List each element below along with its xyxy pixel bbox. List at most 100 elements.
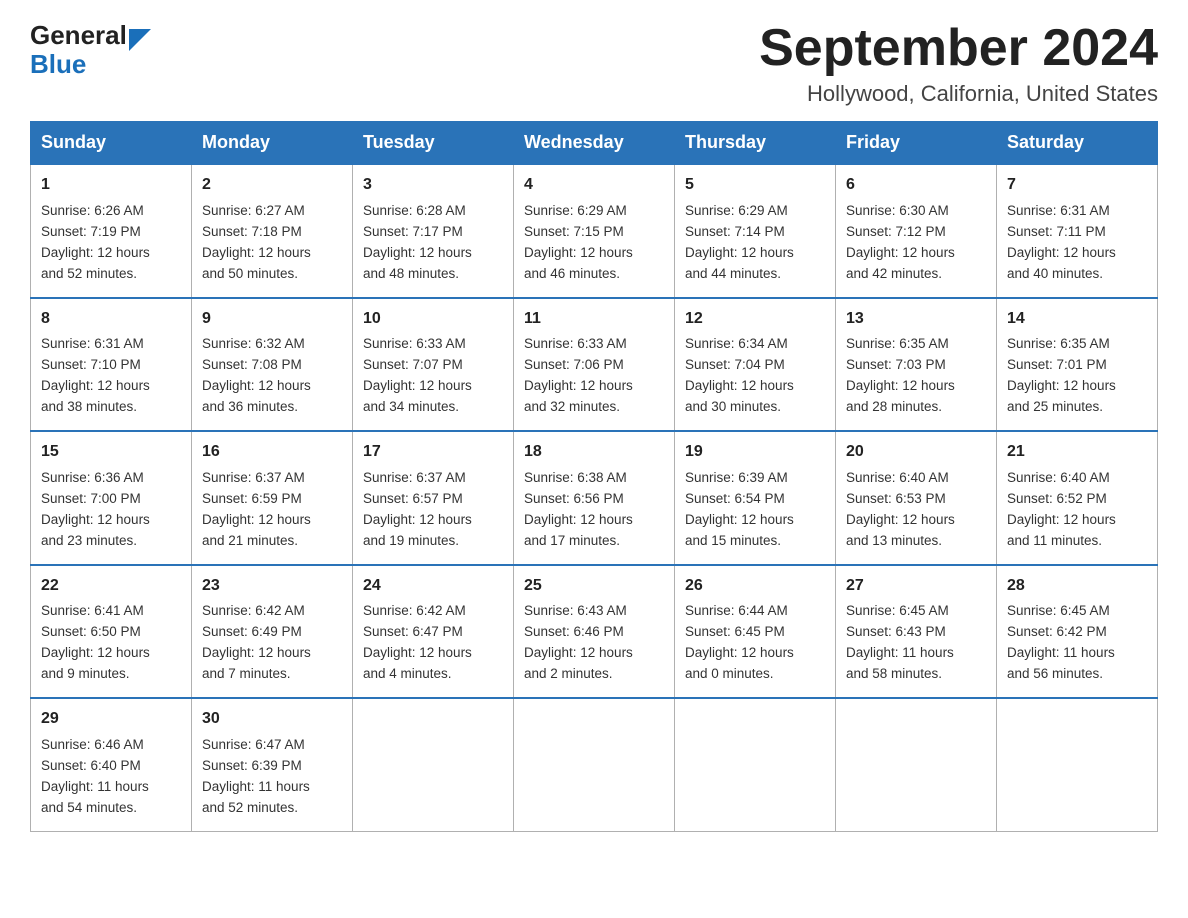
day-info: Sunrise: 6:31 AMSunset: 7:10 PMDaylight:…	[41, 334, 181, 418]
day-cell-23: 23Sunrise: 6:42 AMSunset: 6:49 PMDayligh…	[192, 565, 353, 698]
day-info: Sunrise: 6:29 AMSunset: 7:14 PMDaylight:…	[685, 201, 825, 285]
day-number: 17	[363, 440, 503, 465]
day-number: 5	[685, 173, 825, 198]
day-header-saturday: Saturday	[997, 122, 1158, 165]
day-cell-13: 13Sunrise: 6:35 AMSunset: 7:03 PMDayligh…	[836, 298, 997, 431]
day-info: Sunrise: 6:29 AMSunset: 7:15 PMDaylight:…	[524, 201, 664, 285]
day-cell-29: 29 Sunrise: 6:46 AMSunset: 6:40 PMDayligh…	[31, 698, 192, 831]
day-cell-22: 22Sunrise: 6:41 AMSunset: 6:50 PMDayligh…	[31, 565, 192, 698]
day-info: Sunrise: 6:30 AMSunset: 7:12 PMDaylight:…	[846, 201, 986, 285]
day-number: 27	[846, 574, 986, 599]
week-row-4: 22Sunrise: 6:41 AMSunset: 6:50 PMDayligh…	[31, 565, 1158, 698]
day-info: Sunrise: 6:37 AMSunset: 6:59 PMDaylight:…	[202, 468, 342, 552]
day-info: Sunrise: 6:33 AMSunset: 7:07 PMDaylight:…	[363, 334, 503, 418]
empty-cell	[675, 698, 836, 831]
logo-general: General	[30, 20, 127, 51]
day-number: 22	[41, 574, 181, 599]
day-number: 26	[685, 574, 825, 599]
empty-cell	[514, 698, 675, 831]
day-cell-25: 25Sunrise: 6:43 AMSunset: 6:46 PMDayligh…	[514, 565, 675, 698]
day-info: Sunrise: 6:31 AMSunset: 7:11 PMDaylight:…	[1007, 201, 1147, 285]
day-number: 10	[363, 307, 503, 332]
day-info: Sunrise: 6:35 AMSunset: 7:01 PMDaylight:…	[1007, 334, 1147, 418]
day-number: 20	[846, 440, 986, 465]
day-number: 9	[202, 307, 342, 332]
day-number: 29	[41, 707, 181, 732]
day-info: Sunrise: 6:28 AMSunset: 7:17 PMDaylight:…	[363, 201, 503, 285]
day-info: Sunrise: 6:35 AMSunset: 7:03 PMDaylight:…	[846, 334, 986, 418]
day-header-wednesday: Wednesday	[514, 122, 675, 165]
day-number: 13	[846, 307, 986, 332]
empty-cell	[836, 698, 997, 831]
day-cell-20: 20 Sunrise: 6:40 AMSunset: 6:53 PMDayligh…	[836, 431, 997, 564]
day-info: Sunrise: 6:45 AMSunset: 6:42 PMDaylight:…	[1007, 601, 1147, 685]
week-row-5: 29 Sunrise: 6:46 AMSunset: 6:40 PMDayligh…	[31, 698, 1158, 831]
day-number: 16	[202, 440, 342, 465]
day-info: Sunrise: 6:38 AMSunset: 6:56 PMDaylight:…	[524, 468, 664, 552]
day-number: 21	[1007, 440, 1147, 465]
day-number: 7	[1007, 173, 1147, 198]
week-row-2: 8Sunrise: 6:31 AMSunset: 7:10 PMDaylight…	[31, 298, 1158, 431]
day-info: Sunrise: 6:39 AMSunset: 6:54 PMDaylight:…	[685, 468, 825, 552]
day-header-thursday: Thursday	[675, 122, 836, 165]
day-cell-21: 21Sunrise: 6:40 AMSunset: 6:52 PMDayligh…	[997, 431, 1158, 564]
day-header-monday: Monday	[192, 122, 353, 165]
page-header: General Blue September 2024 Hollywood, C…	[30, 20, 1158, 107]
day-number: 6	[846, 173, 986, 198]
day-info: Sunrise: 6:46 AMSunset: 6:40 PMDaylight:…	[41, 735, 181, 819]
day-cell-24: 24Sunrise: 6:42 AMSunset: 6:47 PMDayligh…	[353, 565, 514, 698]
day-cell-10: 10Sunrise: 6:33 AMSunset: 7:07 PMDayligh…	[353, 298, 514, 431]
logo: General Blue	[30, 20, 151, 80]
day-cell-16: 16 Sunrise: 6:37 AMSunset: 6:59 PMDayligh…	[192, 431, 353, 564]
calendar-table: SundayMondayTuesdayWednesdayThursdayFrid…	[30, 121, 1158, 831]
day-headers-row: SundayMondayTuesdayWednesdayThursdayFrid…	[31, 122, 1158, 165]
empty-cell	[353, 698, 514, 831]
day-number: 12	[685, 307, 825, 332]
title-area: September 2024 Hollywood, California, Un…	[759, 20, 1158, 107]
day-header-tuesday: Tuesday	[353, 122, 514, 165]
day-info: Sunrise: 6:26 AMSunset: 7:19 PMDaylight:…	[41, 201, 181, 285]
day-cell-19: 19Sunrise: 6:39 AMSunset: 6:54 PMDayligh…	[675, 431, 836, 564]
day-cell-26: 26Sunrise: 6:44 AMSunset: 6:45 PMDayligh…	[675, 565, 836, 698]
day-number: 15	[41, 440, 181, 465]
day-cell-18: 18Sunrise: 6:38 AMSunset: 6:56 PMDayligh…	[514, 431, 675, 564]
day-info: Sunrise: 6:42 AMSunset: 6:47 PMDaylight:…	[363, 601, 503, 685]
day-info: Sunrise: 6:40 AMSunset: 6:53 PMDaylight:…	[846, 468, 986, 552]
day-cell-14: 14Sunrise: 6:35 AMSunset: 7:01 PMDayligh…	[997, 298, 1158, 431]
day-number: 8	[41, 307, 181, 332]
day-number: 1	[41, 173, 181, 198]
day-cell-30: 30 Sunrise: 6:47 AMSunset: 6:39 PMDayligh…	[192, 698, 353, 831]
calendar-title: September 2024	[759, 20, 1158, 77]
day-info: Sunrise: 6:27 AMSunset: 7:18 PMDaylight:…	[202, 201, 342, 285]
day-cell-12: 12Sunrise: 6:34 AMSunset: 7:04 PMDayligh…	[675, 298, 836, 431]
day-header-sunday: Sunday	[31, 122, 192, 165]
week-row-3: 15 Sunrise: 6:36 AMSunset: 7:00 PMDayligh…	[31, 431, 1158, 564]
day-number: 11	[524, 307, 664, 332]
day-number: 24	[363, 574, 503, 599]
day-number: 28	[1007, 574, 1147, 599]
day-info: Sunrise: 6:44 AMSunset: 6:45 PMDaylight:…	[685, 601, 825, 685]
day-number: 14	[1007, 307, 1147, 332]
day-cell-2: 2 Sunrise: 6:27 AMSunset: 7:18 PMDaylight…	[192, 164, 353, 297]
day-info: Sunrise: 6:33 AMSunset: 7:06 PMDaylight:…	[524, 334, 664, 418]
day-cell-15: 15 Sunrise: 6:36 AMSunset: 7:00 PMDayligh…	[31, 431, 192, 564]
day-cell-17: 17 Sunrise: 6:37 AMSunset: 6:57 PMDayligh…	[353, 431, 514, 564]
empty-cell	[997, 698, 1158, 831]
day-info: Sunrise: 6:34 AMSunset: 7:04 PMDaylight:…	[685, 334, 825, 418]
day-number: 30	[202, 707, 342, 732]
day-number: 4	[524, 173, 664, 198]
day-info: Sunrise: 6:41 AMSunset: 6:50 PMDaylight:…	[41, 601, 181, 685]
day-info: Sunrise: 6:43 AMSunset: 6:46 PMDaylight:…	[524, 601, 664, 685]
day-info: Sunrise: 6:45 AMSunset: 6:43 PMDaylight:…	[846, 601, 986, 685]
day-cell-6: 6 Sunrise: 6:30 AMSunset: 7:12 PMDaylight…	[836, 164, 997, 297]
day-info: Sunrise: 6:36 AMSunset: 7:00 PMDaylight:…	[41, 468, 181, 552]
day-number: 25	[524, 574, 664, 599]
day-cell-28: 28Sunrise: 6:45 AMSunset: 6:42 PMDayligh…	[997, 565, 1158, 698]
day-info: Sunrise: 6:42 AMSunset: 6:49 PMDaylight:…	[202, 601, 342, 685]
day-info: Sunrise: 6:32 AMSunset: 7:08 PMDaylight:…	[202, 334, 342, 418]
day-cell-5: 5 Sunrise: 6:29 AMSunset: 7:14 PMDaylight…	[675, 164, 836, 297]
day-cell-11: 11Sunrise: 6:33 AMSunset: 7:06 PMDayligh…	[514, 298, 675, 431]
day-number: 2	[202, 173, 342, 198]
day-info: Sunrise: 6:47 AMSunset: 6:39 PMDaylight:…	[202, 735, 342, 819]
day-info: Sunrise: 6:37 AMSunset: 6:57 PMDaylight:…	[363, 468, 503, 552]
